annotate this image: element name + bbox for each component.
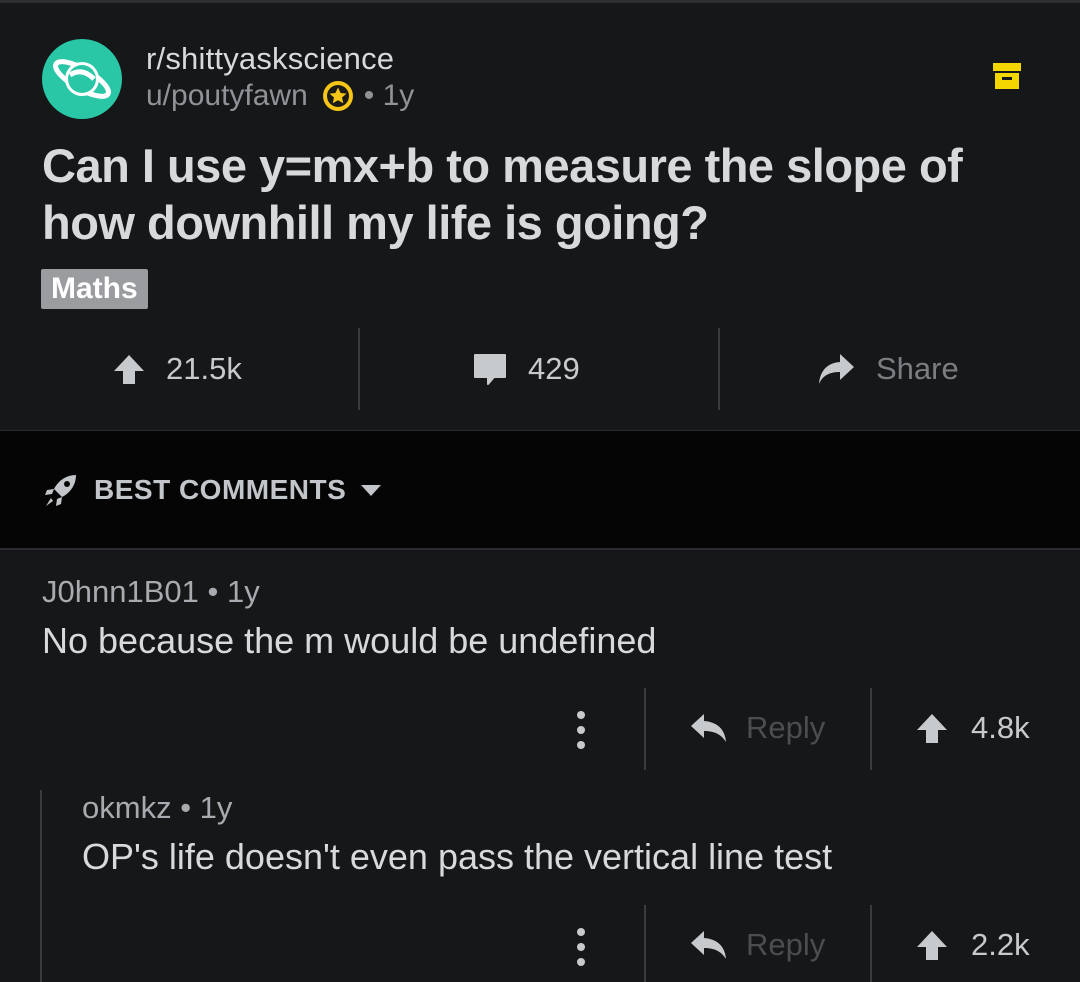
comment-body[interactable]: OP's life doesn't even pass the vertical… (82, 836, 832, 878)
post-card[interactable]: r/shittyaskscience u/poutyfawn • 1y Can … (0, 3, 1080, 430)
comment-upvote-button[interactable]: 4.8k (915, 710, 1030, 746)
upvote-arrow-icon (114, 355, 144, 384)
archive-icon[interactable] (991, 60, 1023, 92)
comment-action-divider (870, 688, 872, 770)
planet-icon (53, 59, 111, 99)
reply-arrow-icon (691, 714, 726, 742)
sort-label: BEST COMMENTS (94, 474, 347, 505)
comments-button[interactable]: 429 (472, 328, 580, 410)
comment-action-divider (644, 688, 646, 770)
comment-author[interactable]: J0hnn1B01 (42, 574, 199, 609)
share-arrow-icon (819, 354, 854, 384)
award-icon[interactable] (322, 80, 354, 112)
more-options-icon[interactable] (576, 710, 586, 750)
post-author[interactable]: u/poutyfawn (146, 79, 308, 113)
action-divider (358, 328, 360, 410)
post-age: • 1y (363, 79, 415, 112)
rocket-icon (45, 475, 76, 506)
sort-dropdown[interactable]: BEST COMMENTS (42, 471, 396, 509)
upvote-button[interactable]: 21.5k (112, 328, 242, 410)
comments-section: J0hnn1B01 • 1y No because the m would be… (0, 552, 1080, 982)
reply-button[interactable]: Reply (690, 710, 825, 746)
post-upvote-count: 21.5k (166, 351, 242, 386)
subreddit-avatar[interactable] (42, 39, 122, 119)
action-divider (718, 328, 720, 410)
more-options-icon[interactable] (576, 927, 586, 967)
comment-age: • 1y (180, 790, 233, 825)
comment-vote-count: 4.8k (971, 710, 1030, 745)
share-label: Share (876, 351, 959, 386)
comment-body[interactable]: No because the m would be undefined (42, 620, 656, 662)
comment-meta: okmkz • 1y (82, 790, 232, 826)
post-title[interactable]: Can I use y=mx+b to measure the slope of… (42, 137, 1042, 251)
comment-sort-bar: BEST COMMENTS (0, 430, 1080, 550)
comment-action-divider (644, 905, 646, 982)
post-author-line: u/poutyfawn • 1y (146, 79, 414, 113)
comment-meta: J0hnn1B01 • 1y (42, 574, 260, 610)
post-comment-count: 429 (528, 351, 580, 386)
reply-label: Reply (746, 927, 826, 962)
chevron-down-icon (361, 485, 382, 496)
comment-vote-count: 2.2k (971, 927, 1030, 962)
comment-bubble-icon (474, 354, 506, 385)
reply-label: Reply (746, 710, 826, 745)
reply-button[interactable]: Reply (690, 927, 825, 963)
share-button[interactable]: Share (816, 328, 959, 410)
comment-author[interactable]: okmkz (82, 790, 172, 825)
thread-line[interactable] (40, 790, 42, 982)
post-action-bar: 21.5k 429 Share (0, 328, 1080, 410)
post-flair[interactable]: Maths (41, 269, 148, 309)
upvote-arrow-icon (917, 714, 947, 743)
subreddit-name[interactable]: r/shittyaskscience (146, 41, 394, 77)
comment-age: • 1y (207, 574, 260, 609)
upvote-arrow-icon (917, 931, 947, 960)
comment-action-divider (870, 905, 872, 982)
comment-upvote-button[interactable]: 2.2k (915, 927, 1030, 963)
reply-arrow-icon (691, 931, 726, 959)
